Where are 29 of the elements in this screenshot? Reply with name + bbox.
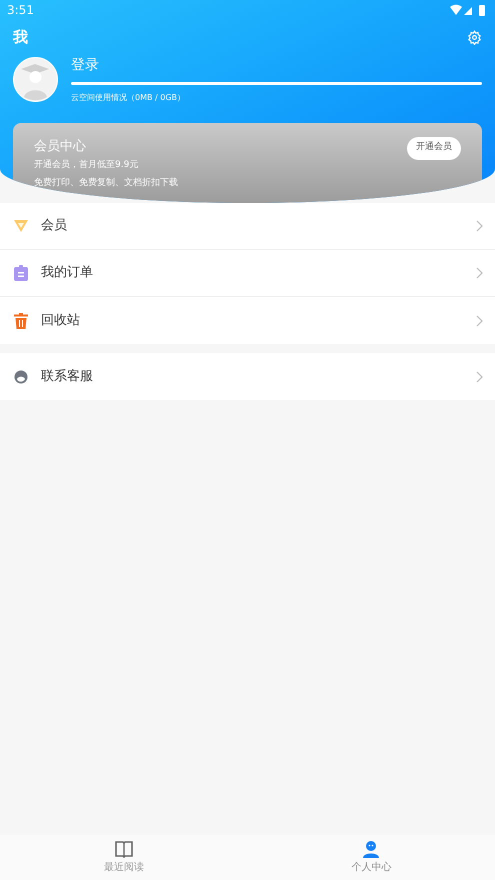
- menu-item[interactable]: 会员: [0, 203, 495, 250]
- chevron-right-icon: [476, 370, 483, 382]
- menu-item[interactable]: 联系客服: [0, 353, 495, 400]
- settings-icon[interactable]: [467, 30, 482, 45]
- member-center-title: 会员中心: [34, 138, 87, 156]
- chevron-right-icon: [476, 220, 483, 232]
- menu-item[interactable]: 回收站: [0, 297, 495, 344]
- avatar[interactable]: [13, 57, 58, 102]
- status-time: 3:51: [7, 2, 34, 19]
- trash-icon: [14, 312, 28, 328]
- member-offer: 开通会员，首月低至9.9元: [34, 159, 140, 172]
- menu-label: 会员: [41, 217, 68, 236]
- chevron-right-icon: [476, 314, 483, 326]
- open-membership-button[interactable]: 开通会员: [407, 136, 461, 160]
- status-icons: [450, 4, 488, 16]
- storage-usage: 云空间使用情况（0MB / 0GB）: [71, 92, 186, 104]
- diamond-icon: [13, 219, 29, 233]
- menu-label: 联系客服: [41, 368, 94, 386]
- page-title: 我: [13, 27, 28, 48]
- book-icon: [114, 840, 133, 858]
- nav-tab[interactable]: 个人中心: [248, 835, 495, 880]
- headset-person-icon: [14, 369, 28, 384]
- menu-label: 回收站: [41, 312, 81, 330]
- person-icon: [362, 840, 380, 858]
- menu-label: 我的订单: [41, 264, 94, 282]
- chevron-right-icon: [476, 267, 483, 279]
- member-benefits: 免费打印、免费复制、文档折扣下载: [34, 176, 178, 190]
- clipboard-icon: [14, 265, 28, 281]
- menu-item[interactable]: 我的订单: [0, 250, 495, 297]
